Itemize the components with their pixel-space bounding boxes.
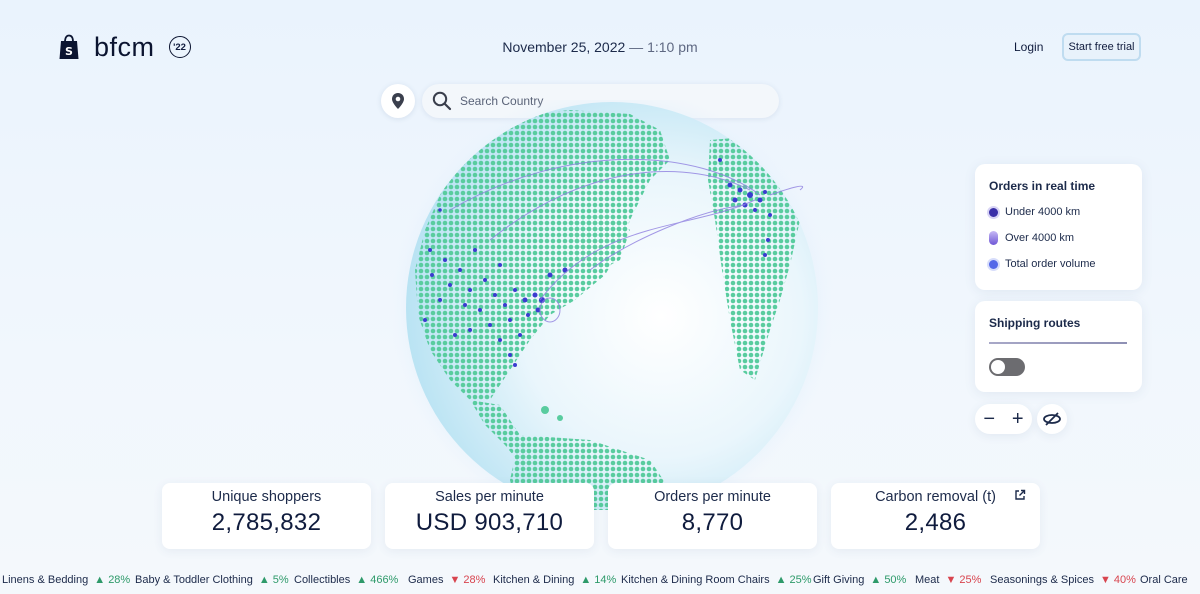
legend-total-volume: Total order volume [989,258,1128,270]
ticker-item: Collectibles ▲ 466% [294,574,398,586]
ticker-item: Gift Giving ▲ 50% [813,574,906,586]
ticker-name: Kitchen & Dining [493,574,575,586]
ticker-change: ▲ 28% [94,574,131,586]
stat-value: 2,785,832 [211,509,322,536]
orders-legend-panel: Orders in real time Under 4000 km Over 4… [975,164,1142,290]
globe[interactable] [370,100,840,510]
stat-value: 8,770 [681,509,744,536]
ticker-name: Collectibles [294,574,351,586]
ticker-change: ▲ 466% [356,574,399,586]
ticker-change: ▼ 40% [1099,574,1136,586]
zoom-controls: − + [975,404,1032,434]
ticker-change: ▲ 5% [258,574,289,586]
stat-carbon-removal: Carbon removal (t) 2,486 [831,483,1040,549]
ticker-item: Games ▼ 28% [408,574,485,586]
shipping-routes-toggle[interactable] [989,358,1025,376]
legend-over-4000: Over 4000 km [989,231,1128,245]
ticker-name: Kitchen & Dining Room Chairs [621,574,770,586]
ticker-item: Meat ▼ 25% [915,574,981,586]
rotate-globe-icon [1043,412,1061,426]
stat-unique-shoppers: Unique shoppers 2,785,832 [162,483,371,549]
stat-label: Orders per minute [654,489,771,505]
stat-orders-per-minute: Orders per minute 8,770 [608,483,817,549]
legend-title: Orders in real time [989,179,1096,193]
zoom-out-button[interactable]: − [983,409,995,429]
stat-label: Sales per minute [435,489,544,505]
date-text: November 25, 2022 [502,39,626,55]
start-free-trial-button[interactable]: Start free trial [1062,33,1141,61]
legend-label: Over 4000 km [1005,232,1075,244]
login-link[interactable]: Login [1014,40,1043,54]
over-4000-swatch [989,231,998,245]
shipping-title: Shipping routes [989,316,1081,330]
shipping-routes-panel: Shipping routes [975,301,1142,392]
ticker-change: ▼ 28% [449,574,486,586]
stat-value: 2,486 [904,509,967,536]
ticker-item: Seasonings & Spices ▼ 40% [990,574,1136,586]
total-volume-swatch [989,259,998,269]
ticker-name: Seasonings & Spices [990,574,1094,586]
ticker-name: Baby & Toddler Clothing [135,574,253,586]
ticker-change: ▲ 25% [775,574,812,586]
route-line-swatch [989,342,1127,344]
external-link-icon[interactable] [1014,489,1026,501]
zoom-in-button[interactable]: + [1012,409,1024,429]
stat-sales-per-minute: Sales per minute USD 903,710 [385,483,594,549]
ticker-name: Gift Giving [813,574,865,586]
ticker-name: Meat [915,574,940,586]
legend-label: Total order volume [1005,258,1096,270]
legend-under-4000: Under 4000 km [989,206,1128,218]
ticker-name: Linens & Bedding [2,574,89,586]
under-4000-swatch [989,207,998,217]
ticker-name: Games [408,574,444,586]
ticker-name: Oral Care [1140,574,1188,586]
stat-label: Unique shoppers [211,489,322,505]
toggle-knob [991,360,1005,374]
category-ticker: Linens & Bedding ▲ 28% Baby & Toddler Cl… [0,569,1200,591]
globe-map[interactable] [370,100,840,510]
ticker-change: ▲ 50% [870,574,907,586]
rotate-globe-button[interactable] [1037,404,1067,434]
ticker-change: ▲ 14% [580,574,617,586]
time-separator: — [625,39,648,55]
ticker-change: ▼ 25% [945,574,982,586]
time-text: 1:10 pm [647,39,698,55]
ticker-item: Kitchen & Dining Room Chairs ▲ 25% [621,574,812,586]
legend-label: Under 4000 km [1005,206,1081,218]
ticker-item: Kitchen & Dining ▲ 14% [493,574,616,586]
stat-label: Carbon removal (t) [875,489,996,505]
ticker-item: Baby & Toddler Clothing ▲ 5% [135,574,289,586]
ticker-item: Linens & Bedding ▲ 28% [2,574,130,586]
ticker-item: Oral Care [1140,574,1188,586]
stat-value: USD 903,710 [415,509,564,536]
